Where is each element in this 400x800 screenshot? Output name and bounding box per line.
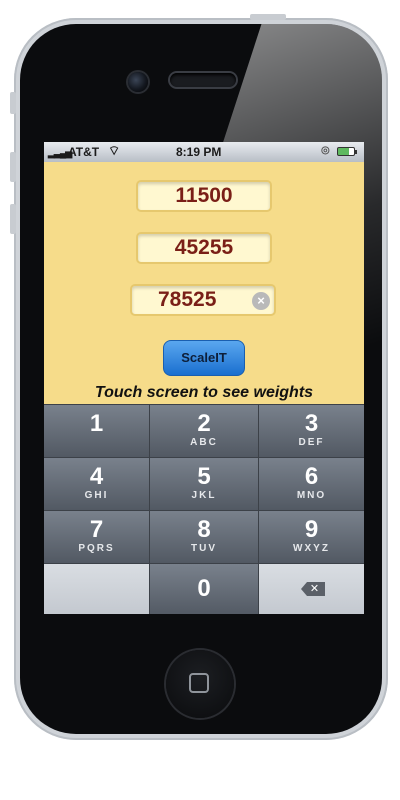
volume-down-button (10, 204, 16, 234)
key-digit: 6 (304, 463, 319, 490)
key-0[interactable]: 0 (150, 564, 258, 614)
weight-field-3[interactable]: 78525 × (130, 284, 276, 316)
key-digit: 5 (197, 463, 211, 490)
key-digit: 0 (197, 575, 211, 602)
key-6[interactable]: 6 MNO (259, 458, 364, 510)
delete-key[interactable]: ✕ (259, 564, 364, 614)
key-letters: MNO (296, 490, 327, 501)
key-letters: TUV (191, 543, 217, 554)
key-letters: ABC (190, 437, 218, 448)
key-digit: 1 (89, 410, 104, 437)
key-blank (44, 564, 149, 614)
backspace-icon: ✕ (301, 582, 325, 596)
key-digit: 9 (304, 516, 319, 543)
key-letters: DEF (298, 437, 325, 448)
key-1[interactable]: 1 (44, 405, 149, 457)
home-square-icon (189, 673, 209, 693)
home-button[interactable] (166, 650, 234, 718)
weight-field-3-value: 78525 (158, 288, 217, 311)
weight-field-2[interactable]: 45255 (136, 232, 272, 264)
key-4[interactable]: 4 GHI (44, 458, 149, 510)
mute-switch (10, 92, 16, 114)
app-screen: ▂▃▄▅ AT&T ⌔ 8:19 PM ◎ 11500 45255 78525 … (44, 142, 364, 614)
key-letters: WXYZ (293, 543, 330, 554)
carrier-label: AT&T (68, 145, 100, 159)
earpiece-speaker (170, 73, 236, 87)
orientation-lock-icon: ◎ (321, 145, 330, 156)
key-letters: GHI (84, 490, 109, 501)
status-bar: ▂▃▄▅ AT&T ⌔ 8:19 PM ◎ (44, 142, 364, 162)
volume-up-button (10, 152, 16, 182)
key-letters: PQRS (78, 543, 115, 554)
key-digit: 7 (89, 516, 104, 543)
key-digit: 4 (89, 463, 104, 490)
key-2[interactable]: 2 ABC (150, 405, 258, 457)
battery-icon (337, 147, 357, 156)
power-button (250, 14, 286, 20)
clear-icon[interactable]: × (252, 292, 270, 310)
weight-field-1[interactable]: 11500 (136, 180, 272, 212)
key-5[interactable]: 5 JKL (150, 458, 258, 510)
front-camera-icon (128, 72, 148, 92)
key-letters: JKL (191, 490, 217, 501)
clock: 8:19 PM (176, 145, 222, 159)
key-7[interactable]: 7 PQRS (44, 511, 149, 563)
key-digit: 8 (197, 516, 211, 543)
numeric-keypad: 1 2 ABC 3 DEF 4 GHI 5 JKL 6 MNO 7 PQRS 8 (44, 404, 364, 614)
key-digit: 3 (304, 410, 319, 437)
hint-text[interactable]: Touch screen to see weights (44, 384, 364, 402)
key-digit: 2 (197, 410, 211, 437)
key-3[interactable]: 3 DEF (259, 405, 364, 457)
key-9[interactable]: 9 WXYZ (259, 511, 364, 563)
key-8[interactable]: 8 TUV (150, 511, 258, 563)
wifi-icon: ⌔ (108, 143, 121, 158)
scaleit-button[interactable]: ScaleIT (163, 340, 245, 376)
